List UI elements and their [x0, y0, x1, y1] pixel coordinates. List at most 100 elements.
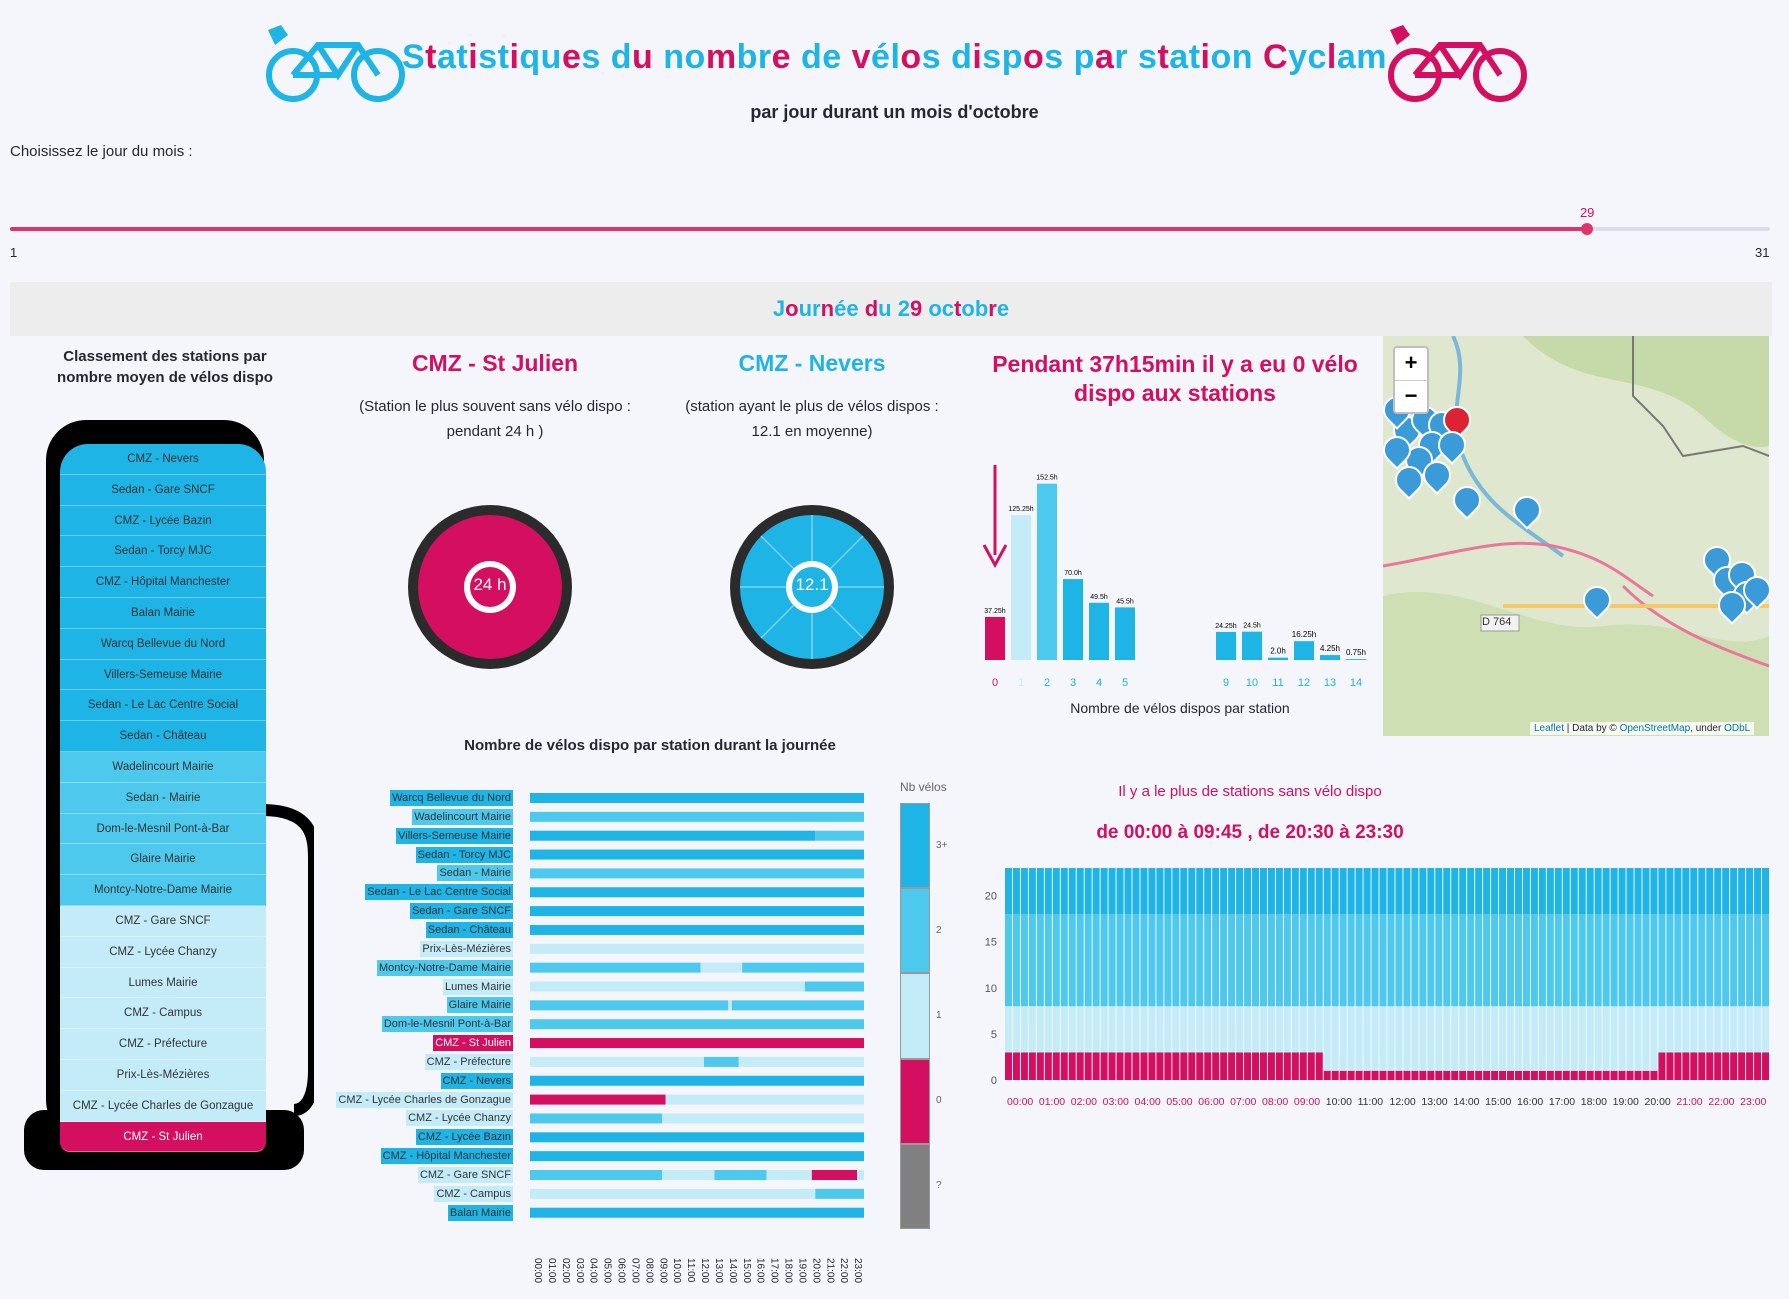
grid-hour-tick: 14:00 [726, 1258, 738, 1284]
stacked-bar-segment [1427, 1070, 1435, 1080]
histogram-tick: 11 [1272, 677, 1283, 689]
stacked-bar-segment [1220, 1052, 1228, 1080]
histogram-bar-label: 24.5h [1243, 623, 1261, 630]
grid-station-name: Dom-le-Mesnil Pont-à-Bar [381, 1016, 513, 1033]
stacked-bar-segment [1220, 868, 1228, 915]
stacked-bar-segment [1092, 868, 1100, 915]
day-slider-thumb[interactable] [1580, 223, 1593, 235]
ranking-item: Wadelincourt Mairie [60, 751, 266, 783]
stacked-bar-segment [1005, 868, 1012, 915]
stacked-bar-segment [1762, 868, 1769, 915]
map-zoom-out-button[interactable]: − [1395, 381, 1427, 413]
grid-cell [662, 1170, 715, 1180]
stacked-bar-segment [1483, 868, 1491, 915]
histogram-bar-label: 45.5h [1116, 598, 1134, 605]
stacked-bar-segment [1331, 1006, 1339, 1071]
histogram-tick: 2 [1044, 677, 1050, 689]
histogram-bar [1089, 602, 1109, 660]
histogram-tick: 1 [1018, 677, 1024, 689]
stacked-bar-segment [1005, 1052, 1012, 1080]
histogram-bar-label: 2.0h [1270, 647, 1286, 656]
stacked-x-tick: 22:00 [1708, 1096, 1734, 1108]
stacked-bar-segment [1451, 1006, 1459, 1071]
day-slider-label: Choisissez le jour du mois : [10, 143, 193, 160]
full-station-wheel: 12.1 [727, 502, 897, 672]
ranking-list: CMZ - Nevers Sedan - Gare SNCF CMZ - Lycée… [60, 444, 266, 1153]
stacked-bar-segment [1650, 1006, 1658, 1071]
stacked-y-tick: 10 [985, 983, 997, 995]
stacked-bar-segment [1602, 1006, 1610, 1071]
histogram-tick: 13 [1324, 677, 1336, 689]
stacked-bar-segment [1363, 1070, 1371, 1080]
day-slider-max: 31 [1755, 245, 1770, 260]
stacked-bar-segment [1291, 1006, 1299, 1053]
ranking-item: Montcy-Notre-Dame Mairie [60, 875, 266, 906]
osm-link[interactable]: OpenStreetMap [1620, 723, 1691, 734]
grid-cell [530, 1151, 864, 1162]
stacked-bar-segment [1626, 1070, 1634, 1080]
stacked-bar-segment [1443, 868, 1451, 915]
stacked-bar-segment [1036, 1006, 1044, 1053]
grid-legend-label: 3+ [936, 839, 948, 851]
stacked-bar-segment [1507, 1006, 1514, 1071]
grid-cell [530, 887, 864, 898]
stacked-bar-segment [1275, 868, 1283, 915]
map-zoom-control: + − [1393, 346, 1429, 414]
stacked-bar-segment [1738, 1006, 1746, 1053]
histogram-tick: 0 [992, 677, 998, 689]
stacked-bar-segment [1666, 868, 1674, 915]
stacked-x-tick: 10:00 [1326, 1096, 1352, 1108]
stacked-bar-segment [1188, 1006, 1196, 1053]
stacked-bar-segment [1108, 1052, 1116, 1080]
stacked-bar-segment [1108, 1006, 1116, 1053]
stacked-bar-segment [1020, 914, 1028, 1007]
grid-legend-swatch [900, 1143, 930, 1229]
histogram-bar [1268, 657, 1288, 660]
leaflet-link[interactable]: Leaflet [1534, 723, 1564, 734]
grid-station-name: Warcq Bellevue du Nord [390, 790, 513, 806]
stacked-bar-segment [1188, 1052, 1196, 1080]
stacked-bar-segment [1530, 868, 1538, 915]
stacked-bar-segment [1036, 914, 1044, 1007]
ranking-item: Prix-Lès-Mézières [60, 1059, 266, 1091]
map-zoom-in-button[interactable]: + [1395, 348, 1427, 381]
stacked-bar-segment [1642, 1070, 1650, 1080]
stacked-bar-segment [1722, 914, 1730, 1007]
stacked-bar-segment [1236, 1006, 1244, 1053]
stacked-x-tick: 16:00 [1517, 1096, 1543, 1108]
grid-cell [700, 962, 743, 973]
stacked-x-tick: 03:00 [1103, 1096, 1129, 1108]
stacked-bar-segment [1459, 868, 1467, 915]
station-map[interactable]: D 764 [1383, 336, 1769, 736]
map-road-label: D 764 [1482, 616, 1512, 628]
grid-cell [530, 981, 805, 992]
grid-station-name: CMZ - Préfecture [424, 1053, 513, 1070]
grid-cell [530, 1188, 816, 1199]
stacked-bar-segment [1642, 914, 1650, 1007]
odbl-link[interactable]: ODbL [1724, 723, 1750, 734]
stacked-bar-segment [1658, 1052, 1666, 1080]
grid-hour-tick: 22:00 [838, 1258, 850, 1284]
stacked-bar-segment [1020, 868, 1028, 915]
stacked-bar-segment [1602, 868, 1610, 915]
stacked-bar-segment [1642, 868, 1650, 915]
stacked-bar-segment [1347, 1070, 1355, 1080]
ranking-item: CMZ - Lycée Charles de Gonzague [60, 1090, 266, 1122]
stacked-bar-segment [1323, 914, 1331, 1007]
stacked-bar-segment [1124, 914, 1132, 1007]
stacked-bar-segment [1164, 1052, 1172, 1080]
stacked-bar-segment [1228, 914, 1236, 1007]
stacked-bar-segment [1722, 1006, 1730, 1053]
stacked-x-tick: 06:00 [1198, 1096, 1224, 1108]
stacked-bar-segment [1475, 1006, 1483, 1071]
stacked-bar-segment [1522, 914, 1530, 1007]
stacked-bar-segment [1467, 1070, 1475, 1080]
stacked-bar-segment [1307, 1006, 1315, 1053]
stacked-bar-segment [1411, 868, 1419, 915]
stacked-bar-segment [1188, 868, 1196, 915]
stacked-bar-segment [1172, 914, 1180, 1007]
histogram-tick: 9 [1223, 677, 1229, 689]
ranking-pump: CMZ - Nevers Sedan - Gare SNCF CMZ - Lycée… [24, 420, 314, 1172]
stacked-bar-segment [1180, 1052, 1188, 1080]
stacked-bar-segment [1634, 1070, 1642, 1080]
